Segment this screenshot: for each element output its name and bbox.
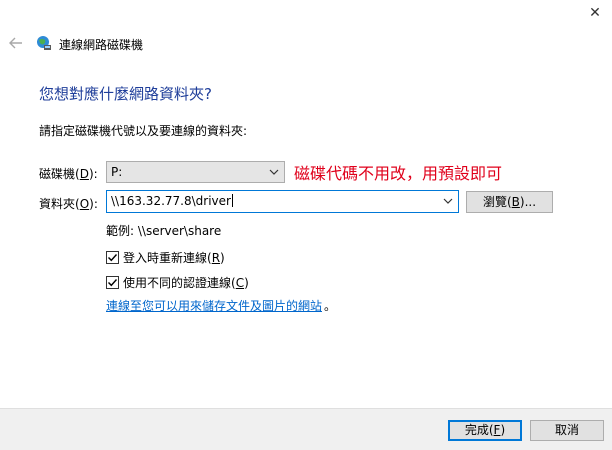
instruction-text: 請指定磁碟機代號以及要連線的資料夾: (39, 124, 248, 138)
drive-letter-value: P: (111, 165, 123, 179)
credentials-option[interactable]: 使用不同的認證連線(C) (106, 274, 249, 291)
link-trailing-punctuation: 。 (324, 299, 337, 313)
back-arrow-icon (9, 37, 22, 49)
text-cursor (231, 194, 233, 207)
folder-path-input[interactable]: \\163.32.77.8\driver (106, 190, 459, 213)
network-drive-icon (36, 35, 52, 51)
annotation-note: 磁碟代碼不用改，用預設即可 (294, 164, 503, 183)
credentials-checkbox[interactable] (106, 276, 119, 289)
dialog-footer: 完成(F) 取消 (0, 408, 612, 450)
finish-button[interactable]: 完成(F) (448, 420, 522, 441)
cancel-button[interactable]: 取消 (530, 420, 604, 441)
reconnect-label: 登入時重新連線(R) (123, 251, 225, 265)
chevron-down-icon (268, 162, 280, 182)
browse-button[interactable]: 瀏覽(B)... (466, 191, 553, 213)
map-network-drive-dialog: ✕ 連線網路磁碟機 您想對應什麼網路資料夾? 請指定磁碟機代號以及要連線的資料夾… (0, 0, 612, 450)
window-title: 連線網路磁碟機 (59, 38, 144, 52)
reconnect-checkbox[interactable] (106, 251, 119, 264)
credentials-label: 使用不同的認證連線(C) (123, 276, 249, 290)
checkmark-icon (108, 279, 118, 287)
checkmark-icon (108, 254, 118, 262)
close-icon: ✕ (589, 5, 601, 21)
drive-letter-select[interactable]: P: (106, 161, 285, 183)
example-text: 範例: \\server\share (106, 224, 222, 238)
close-button[interactable]: ✕ (586, 4, 604, 22)
folder-path-value: \\163.32.77.8\driver (111, 194, 231, 208)
reconnect-option[interactable]: 登入時重新連線(R) (106, 249, 225, 266)
folder-label: 資料夾(O): (39, 197, 98, 211)
chevron-down-icon[interactable] (442, 191, 454, 211)
website-link[interactable]: 連線至您可以用來儲存文件及圖片的網站 (106, 297, 322, 314)
drive-label: 磁碟機(D): (39, 167, 98, 181)
page-heading: 您想對應什麼網路資料夾? (39, 85, 212, 103)
back-button[interactable] (8, 35, 24, 51)
